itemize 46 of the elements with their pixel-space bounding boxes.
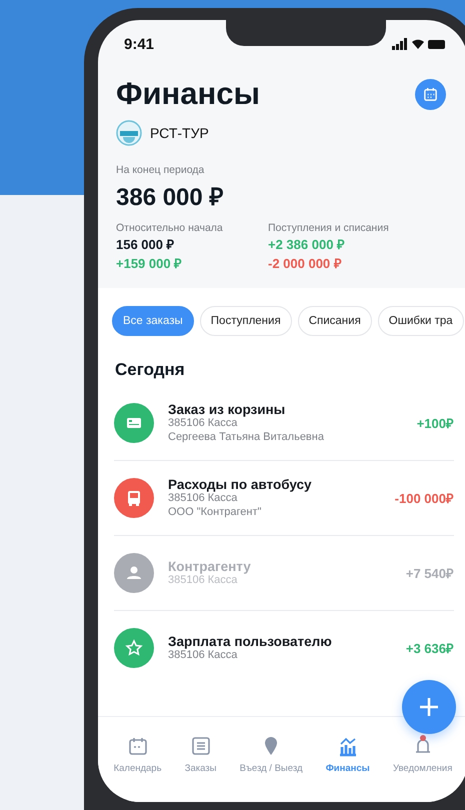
transaction-title: Заказ из корзины xyxy=(168,402,286,418)
calendar-icon xyxy=(126,735,149,757)
nav-tab[interactable]: Въезд / Выезд xyxy=(240,735,303,774)
plus-icon xyxy=(418,696,440,718)
transaction-title: Расходы по автобусу xyxy=(168,477,313,492)
flow-expense: -2 000 000 ₽ xyxy=(268,255,343,272)
nav-tab[interactable]: Календарь xyxy=(114,735,162,774)
status-time: 9:41 xyxy=(124,36,154,52)
add-button[interactable] xyxy=(402,680,456,734)
status-icons xyxy=(392,38,446,50)
transaction-detail: Сергеева Татьяна Витальевна xyxy=(168,430,325,444)
company-name: РСТ-ТУР xyxy=(150,125,209,141)
flow-label: Поступления и списания xyxy=(268,222,390,234)
flow-income: +2 386 000 ₽ xyxy=(268,236,346,253)
relative-label: Относительно начала xyxy=(116,222,224,234)
person-icon xyxy=(114,553,154,593)
nav-tab[interactable]: Финансы xyxy=(326,735,370,774)
transaction-detail: ООО "Контрагент" xyxy=(168,506,262,519)
relative-start: 156 000 ₽ xyxy=(116,236,176,253)
filter-chip[interactable]: Ошибки тра xyxy=(378,306,464,336)
calendar-icon xyxy=(423,86,438,102)
transaction-amount: -100 000₽ xyxy=(394,490,454,507)
company-logo xyxy=(116,120,142,146)
filter-chip[interactable]: Списания xyxy=(298,306,372,336)
transaction-amount: +100₽ xyxy=(416,415,454,432)
nav-tab[interactable]: Заказы xyxy=(184,735,216,774)
transaction-detail: 385106 Касса xyxy=(168,417,238,430)
transaction-title: Зарплата пользователю xyxy=(168,634,333,649)
page-title: Финансы xyxy=(116,76,260,112)
card-icon xyxy=(114,403,154,443)
calendar-button[interactable] xyxy=(415,78,446,110)
section-title: Сегодня xyxy=(115,360,186,380)
period-label: На конец периода xyxy=(116,164,206,176)
nav-tab[interactable]: Уведомления xyxy=(392,735,452,774)
transaction-detail: 385106 Касса xyxy=(168,492,238,506)
transaction-amount: +3 636₽ xyxy=(406,640,454,657)
relative-change: +159 000 ₽ xyxy=(116,255,184,272)
bus-icon xyxy=(114,478,154,518)
filter-chip[interactable]: Все заказы xyxy=(112,306,194,336)
filter-chip[interactable]: Поступления xyxy=(200,306,292,336)
transaction-detail: 385106 Касса xyxy=(168,574,238,588)
period-total: 386 000 ₽ xyxy=(116,183,224,212)
transaction-title: Контрагенту xyxy=(168,558,252,574)
transaction-detail: 385106 Касса xyxy=(168,648,238,662)
list-icon xyxy=(190,735,212,757)
transaction-amount: +7 540₽ xyxy=(406,565,454,582)
